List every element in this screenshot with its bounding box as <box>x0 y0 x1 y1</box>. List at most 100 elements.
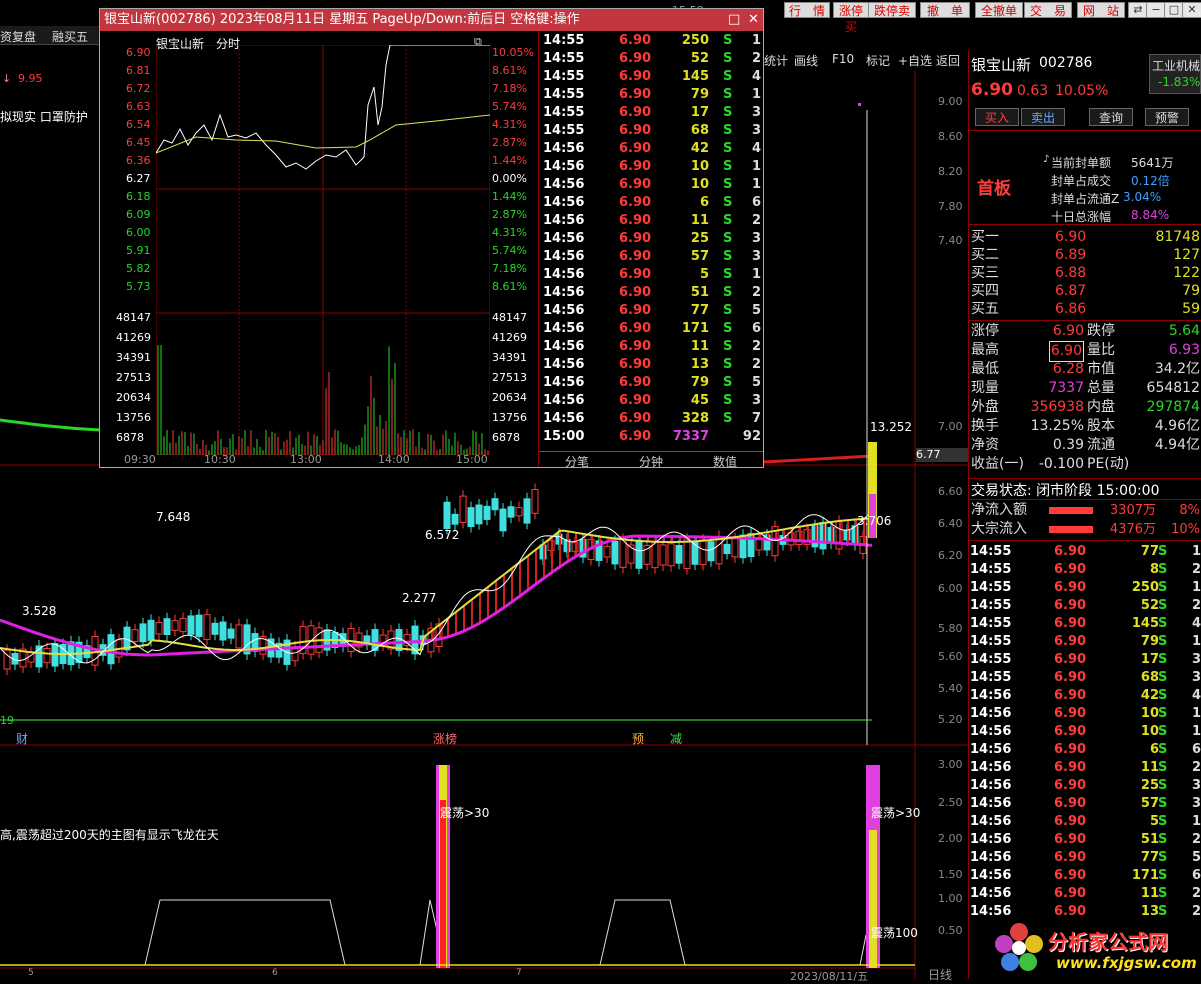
indicator-line <box>0 899 867 966</box>
popup-pct-label: 7.18% <box>492 82 527 95</box>
right-tick-row: 14:56 6.90 5 S 1 <box>970 813 1201 831</box>
tick-count: 4 <box>1191 616 1201 631</box>
tick-time: 14:55 <box>970 670 1012 685</box>
popup-pct-label: 2.87% <box>492 208 527 221</box>
tick-time: 14:56 <box>543 249 585 264</box>
tick-time: 14:55 <box>543 105 585 120</box>
tick-price: 6.90 <box>1054 832 1087 847</box>
tick-count: 4 <box>751 69 761 84</box>
bid-label: 买一 <box>971 229 999 245</box>
window-close-icon[interactable]: ✕ <box>1182 2 1201 18</box>
window-minimize-icon[interactable]: − <box>1146 2 1166 18</box>
tick-price: 6.90 <box>619 87 652 102</box>
indicator-y-label: 2.00 <box>938 832 963 845</box>
marker-forecast[interactable]: 预 <box>632 730 644 747</box>
window-switch-icon[interactable]: ⇄ <box>1128 2 1148 18</box>
stats-row: 现量 7337 总量 654812 <box>969 379 1201 398</box>
popup-tick-row: 14:55 6.90 68 S 3 <box>541 122 763 140</box>
stat-label: 最高 <box>971 342 999 358</box>
tick-count: 2 <box>751 339 761 354</box>
speaker-icon: ♪ <box>1043 154 1050 165</box>
tick-time: 14:55 <box>970 652 1012 667</box>
stat-label-2: 跌停 <box>1087 323 1115 339</box>
tick-count: 1 <box>1191 814 1201 829</box>
tick-volume: 11 <box>690 213 709 228</box>
tick-volume: 11 <box>1140 760 1159 775</box>
popup-pct-label: 8.61% <box>492 64 527 77</box>
popup-pct-label: 4.31% <box>492 226 527 239</box>
tick-volume: 10 <box>1140 706 1159 721</box>
popup-title-bar[interactable]: 银宝山新(002786) 2023年08月11日 星期五 PageUp/Down… <box>100 9 763 31</box>
bid-row: 买二 6.89 127 <box>969 246 1201 265</box>
tab-values[interactable]: 数值 <box>713 453 737 470</box>
tab-minutes[interactable]: 分钟 <box>639 453 663 470</box>
marker-limit-list[interactable]: 涨榜 <box>433 730 457 747</box>
tick-price: 6.90 <box>619 105 652 120</box>
tab-ticks[interactable]: 分笔 <box>565 453 589 470</box>
popup-pct-label: 4.31% <box>492 118 527 131</box>
query-button[interactable]: 查询 <box>1089 108 1133 126</box>
popup-tick-row: 14:55 6.90 145 S 4 <box>541 68 763 86</box>
tick-price: 6.90 <box>1054 760 1087 775</box>
tick-volume: 42 <box>1140 688 1159 703</box>
sell-button[interactable]: 卖出 <box>1021 108 1065 126</box>
tick-count: 4 <box>1191 688 1201 703</box>
sector-box[interactable]: 工业机械 -1.83% <box>1149 54 1201 94</box>
popup-close-icon[interactable]: ✕ <box>748 9 759 31</box>
popup-price-label: 6.45 <box>126 136 151 149</box>
tick-price: 6.90 <box>1054 814 1087 829</box>
tick-time: 14:56 <box>543 231 585 246</box>
popup-tick-row: 14:55 6.90 79 S 1 <box>541 86 763 104</box>
marker-reduce[interactable]: 减 <box>670 730 682 747</box>
indicator-label-3: 震荡100 <box>871 926 918 940</box>
tick-price: 6.90 <box>1054 796 1087 811</box>
tick-price: 6.90 <box>1054 544 1087 559</box>
period-label[interactable]: 日线 <box>928 966 952 983</box>
intraday-popup[interactable]: 银宝山新(002786) 2023年08月11日 星期五 PageUp/Down… <box>99 8 764 470</box>
window-maximize-icon[interactable]: □ <box>1164 2 1184 18</box>
popup-vol-label-left: 6878 <box>116 431 144 444</box>
tick-side: S <box>1158 688 1168 703</box>
tick-volume: 17 <box>690 105 709 120</box>
tick-count: 6 <box>751 321 761 336</box>
kline-y-label: 5.40 <box>938 682 963 695</box>
stat-value-2: 4.96亿 <box>1154 418 1200 434</box>
tick-count: 1 <box>1191 580 1201 595</box>
popup-price-label: 6.18 <box>126 190 151 203</box>
tick-side: S <box>723 87 733 102</box>
popup-vol-label-right: 48147 <box>492 311 527 324</box>
tick-time: 14:56 <box>970 868 1012 883</box>
buy-button[interactable]: 买入 <box>975 108 1019 126</box>
tick-side: S <box>1158 868 1168 883</box>
top-menu-button-5[interactable]: 交 易 <box>1024 2 1072 18</box>
tick-side: S <box>723 249 733 264</box>
tick-volume: 6 <box>699 195 709 210</box>
tick-side: S <box>1158 760 1168 775</box>
tick-side: S <box>1158 706 1168 721</box>
popup-vol-label-right: 6878 <box>492 431 520 444</box>
tick-time: 14:56 <box>543 267 585 282</box>
popup-pct-label: 7.18% <box>492 262 527 275</box>
top-menu-button-6[interactable]: 网 站 <box>1077 2 1125 18</box>
alert-button[interactable]: 预警 <box>1145 108 1189 126</box>
tick-time: 14:55 <box>543 87 585 102</box>
stats-row: 外盘 356938 内盘 297874 <box>969 398 1201 417</box>
bid-row: 买三 6.88 122 <box>969 264 1201 283</box>
right-tick-row: 14:55 6.90 17 S 3 <box>970 651 1201 669</box>
sector-change: -1.83% <box>1158 75 1201 89</box>
tick-side: S <box>1158 562 1168 577</box>
stat-label: 现量 <box>971 380 999 396</box>
tick-side: S <box>723 303 733 318</box>
bid-price: 6.87 <box>1055 283 1087 299</box>
tick-side: S <box>1158 850 1168 865</box>
tick-count: 5 <box>1191 850 1201 865</box>
flow-bar <box>1049 526 1093 533</box>
bid-volume: 79 <box>1182 283 1200 299</box>
top-menu-button-4[interactable]: 全撤单 <box>975 2 1023 18</box>
popup-maximize-icon[interactable]: □ <box>728 9 740 31</box>
marker-finance[interactable]: 财 <box>16 730 28 747</box>
tick-count: 2 <box>751 51 761 66</box>
bid-price: 6.90 <box>1055 229 1087 245</box>
tick-volume: 68 <box>1140 670 1159 685</box>
tick-volume: 13 <box>690 357 709 372</box>
